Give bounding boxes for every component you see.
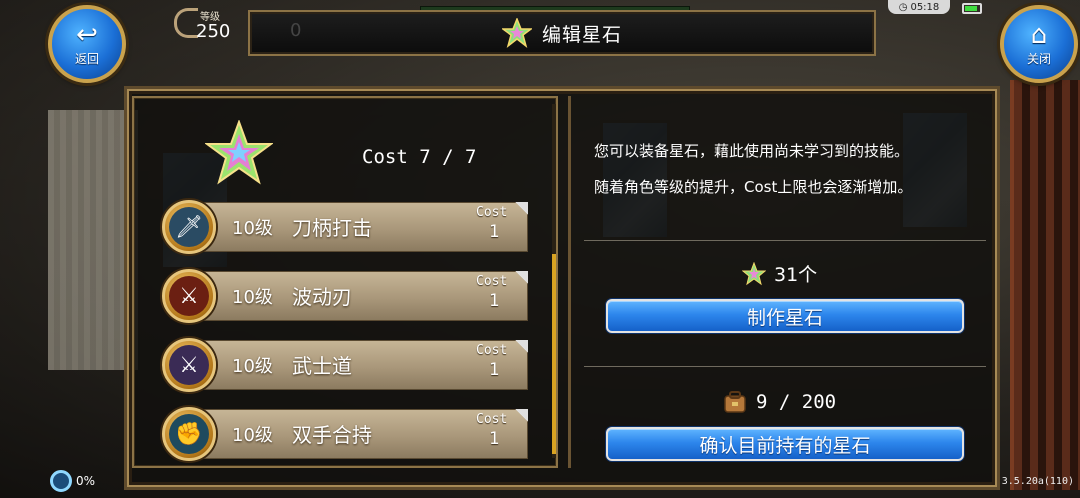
close-button[interactable]: ⌂ 关闭 <box>1000 5 1078 83</box>
level-display: 等级 250 <box>172 4 238 44</box>
skill-row[interactable]: ⚔ 10级 武士道 Cost 1 <box>162 338 528 392</box>
divider-line <box>584 240 986 241</box>
clock-icon: ◷ <box>898 1 908 13</box>
skill-level: 10级 <box>232 356 273 377</box>
star-stone-icon <box>501 18 532 48</box>
background-door <box>1010 80 1080 490</box>
loading-ring-icon <box>50 470 72 492</box>
skill-list-scroll-thumb[interactable] <box>552 254 556 454</box>
equipped-star-stone-icon <box>205 120 273 185</box>
back-button[interactable]: ↩ 返回 <box>48 5 126 83</box>
bag-capacity-value: 9 / 200 <box>756 391 837 413</box>
skill-cost-value: 1 <box>489 429 500 449</box>
skill-level: 10级 <box>232 218 273 239</box>
bag-capacity: 9 / 200 <box>722 390 836 414</box>
star-stone-count: 31个 <box>742 260 817 287</box>
skill-cost-value: 1 <box>489 291 500 311</box>
loading-percent: 0% <box>76 474 96 488</box>
skill-row[interactable]: ✊ 10级 双手合持 Cost 1 <box>162 407 528 461</box>
two-hand-grip-icon: ✊ <box>169 414 209 454</box>
back-label: 返回 <box>74 51 99 66</box>
panel-divider <box>568 96 571 468</box>
star-stone-small-icon <box>742 261 766 285</box>
skill-cost-label: Cost <box>476 274 508 289</box>
level-ring-icon <box>174 8 198 38</box>
bushido-icon: ⚔ <box>169 345 209 385</box>
bag-icon <box>724 391 746 413</box>
title-bar: 0 编辑星石 <box>248 10 876 56</box>
wave-blade-icon: ⚔ <box>169 276 209 316</box>
corner-fold-icon <box>514 340 528 354</box>
skill-name: 双手合持 <box>292 423 372 447</box>
corner-fold-icon <box>514 271 528 285</box>
skill-level: 10级 <box>232 287 273 308</box>
skill-row[interactable]: ⚔ 10级 波动刃 Cost 1 <box>162 269 528 323</box>
skill-cost-label: Cost <box>476 412 508 427</box>
skill-cost-value: 1 <box>489 360 500 380</box>
return-arrow-icon: ↩ <box>76 19 98 50</box>
skill-name: 刀柄打击 <box>292 216 372 240</box>
skill-cost-value: 1 <box>489 222 500 242</box>
home-icon: ⌂ <box>1030 19 1048 50</box>
corner-fold-icon <box>514 202 528 216</box>
make-star-stone-button[interactable]: 制作星石 <box>606 299 964 333</box>
info-text-line-2: 随着角色等级的提升，Cost上限也会逐渐增加。 <box>594 178 913 196</box>
clock: ◷ 05:18 <box>888 0 950 14</box>
star-stone-count-value: 31个 <box>774 264 818 286</box>
divider-line <box>584 366 986 367</box>
skill-icon-frame: ⚔ <box>162 269 216 323</box>
close-label: 关闭 <box>1026 51 1051 66</box>
battery-icon <box>962 3 982 14</box>
page-title: 编辑星石 <box>541 23 622 46</box>
confirm-owned-stones-button[interactable]: 确认目前持有的星石 <box>606 427 964 461</box>
cost-total: Cost 7 / 7 <box>362 146 477 168</box>
skill-icon-frame: ✊ <box>162 407 216 461</box>
skill-cost-label: Cost <box>476 205 508 220</box>
corner-fold-icon <box>514 409 528 423</box>
clock-time: 05:18 <box>910 1 940 13</box>
skill-icon-frame: ⚔ <box>162 338 216 392</box>
skill-name: 波动刃 <box>292 285 352 309</box>
skill-icon-frame: 🗡 <box>162 200 216 254</box>
skill-name: 武士道 <box>292 354 352 378</box>
info-text-line-1: 您可以装备星石，藉此使用尚未学习到的技能。 <box>594 142 910 160</box>
skill-cost-label: Cost <box>476 343 508 358</box>
title-ghost-text: 0 <box>290 20 302 41</box>
version-label: 3.5.20a(110) <box>1001 476 1074 487</box>
sword-strike-icon: 🗡 <box>169 207 209 247</box>
skill-level: 10级 <box>232 425 273 446</box>
skill-row[interactable]: 🗡 10级 刀柄打击 Cost 1 <box>162 200 528 254</box>
loading-indicator: 0% <box>50 470 95 492</box>
level-value: 250 <box>196 21 231 42</box>
